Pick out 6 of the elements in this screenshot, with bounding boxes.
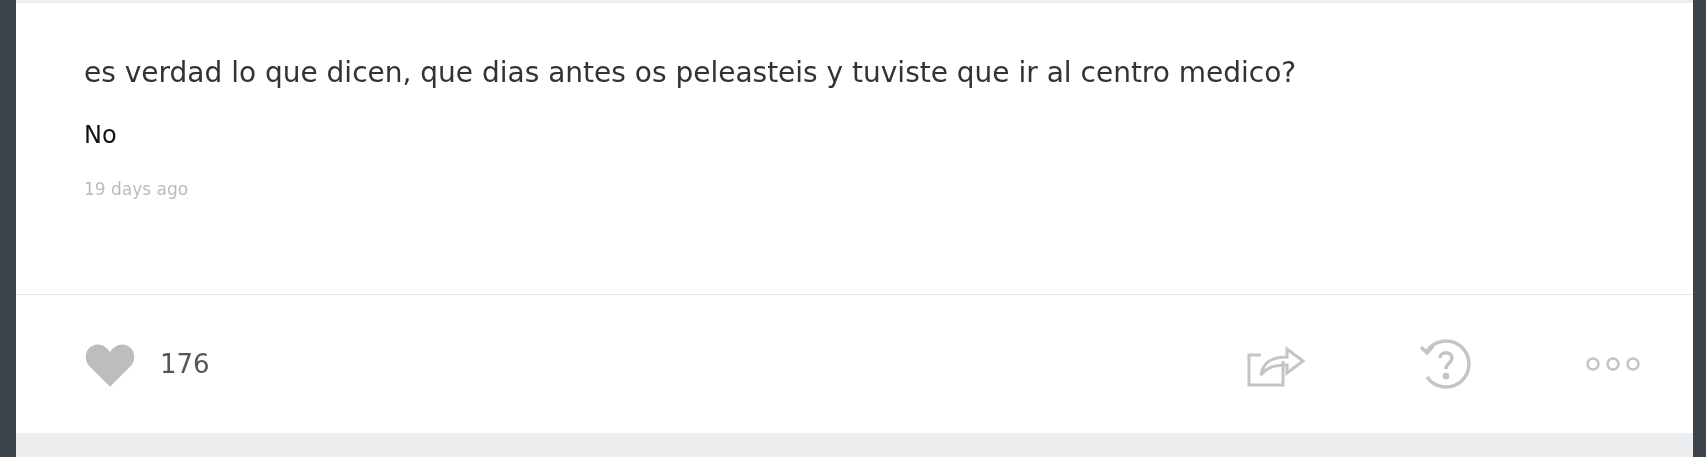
- question-text: es verdad lo que dicen, que dias antes os peleasteis y tuviste que ir al centro medico?: [84, 55, 1298, 91]
- timestamp: 19 days ago: [84, 179, 190, 199]
- heart-icon[interactable]: [84, 341, 136, 387]
- like-count: 176: [160, 349, 210, 379]
- answer-text: No: [84, 121, 118, 149]
- more-icon[interactable]: [1585, 356, 1641, 372]
